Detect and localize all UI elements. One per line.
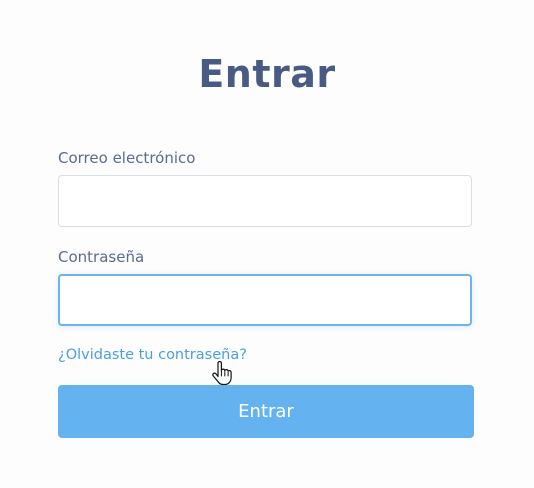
email-field[interactable] <box>58 175 472 227</box>
hand-pointer-icon <box>212 361 232 385</box>
submit-button[interactable]: Entrar <box>58 385 474 438</box>
password-label: Contraseña <box>58 248 145 266</box>
page-title: Entrar <box>198 52 336 96</box>
password-field[interactable] <box>58 274 472 326</box>
login-page: Entrar Correo electrónico Contraseña ¿Ol… <box>0 0 534 488</box>
email-label: Correo electrónico <box>58 149 196 167</box>
